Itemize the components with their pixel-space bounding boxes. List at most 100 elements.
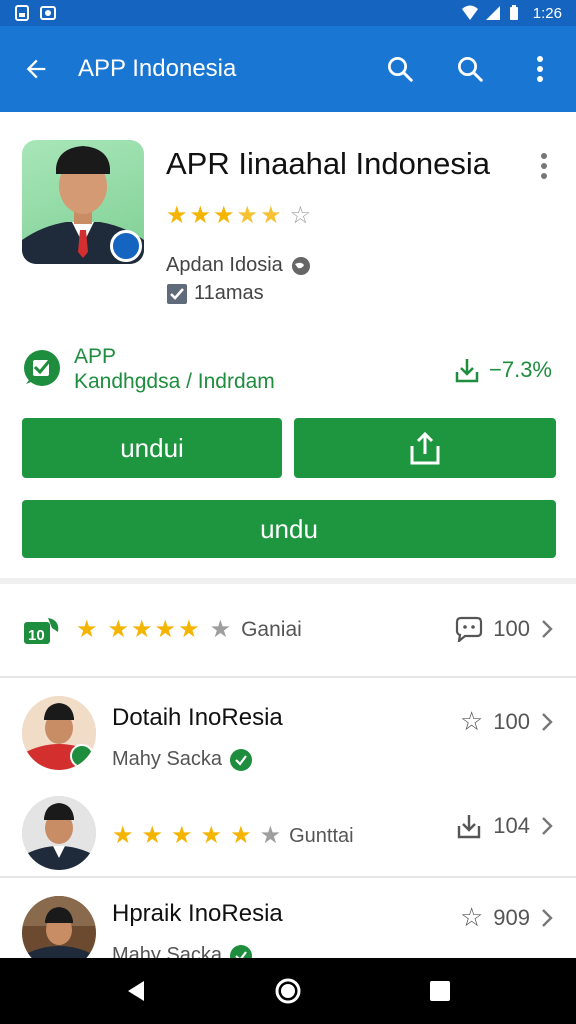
summary-count: 100	[493, 616, 530, 641]
list-item-author: Mahy Sacka	[112, 748, 223, 770]
status-time: 1:26	[532, 4, 562, 22]
svg-text:10: 10	[28, 627, 45, 644]
verified-badge-icon	[110, 230, 142, 262]
more-vert-icon	[541, 153, 547, 179]
star-full-icon: ★	[131, 616, 153, 643]
list-item[interactable]: Dotaih InoResia Mahy Sacka ☆ 100	[0, 690, 576, 786]
list-item-label: Gunttai	[289, 824, 354, 847]
download-icon	[455, 359, 479, 383]
star-full-icon: ★	[141, 822, 164, 849]
circle-home-icon	[275, 978, 301, 1004]
list-item-subtitle: Mahy Sacka	[112, 944, 253, 958]
app-title: APR Iinaahal Indonesia	[166, 146, 491, 181]
person-portrait-icon	[22, 796, 96, 870]
battery-icon	[509, 5, 525, 21]
summary-meta: 100	[455, 616, 554, 642]
list-item-meta: ☆ 100	[460, 706, 554, 737]
info-text: APP Kandhgdsa / Indrdam	[74, 344, 275, 394]
star-outline-icon: ☆	[459, 902, 484, 932]
star-half-icon: ★	[260, 202, 282, 229]
search-icon	[388, 57, 413, 82]
sim-card-icon	[14, 5, 30, 21]
status-bar: 1:26	[0, 0, 576, 26]
chevron-right-icon	[542, 908, 553, 927]
chevron-right-icon	[542, 620, 553, 638]
info-line-2: Kandhgdsa / Indrdam	[74, 370, 275, 393]
photo-icon	[40, 5, 56, 21]
download-icon	[458, 815, 481, 839]
list-item-count: 100	[493, 708, 530, 734]
search-button-2[interactable]	[450, 49, 490, 89]
share-button[interactable]	[294, 418, 556, 478]
back-button[interactable]	[16, 49, 56, 89]
signal-icon	[485, 5, 501, 21]
list-item-title: Hpraik InoResia	[112, 900, 283, 927]
star-full-icon: ★	[154, 616, 177, 643]
arrow-back-icon	[26, 59, 46, 79]
star-full-icon: ★	[230, 822, 252, 849]
search-button[interactable]	[380, 49, 420, 89]
rating-summary-row[interactable]: 10 ★ ★ ★ ★ ★ ★ Ganiai 100	[0, 600, 576, 664]
square-recents-icon	[430, 981, 450, 1001]
verified-check-icon	[230, 944, 253, 958]
list-divider	[0, 676, 576, 678]
section-divider	[0, 578, 576, 584]
star-full-icon: ★	[189, 202, 212, 229]
nav-home-button[interactable]	[264, 967, 312, 1015]
list-item-count: 909	[493, 904, 530, 930]
avatar	[22, 796, 96, 870]
list-divider	[0, 876, 576, 878]
app-bar: APP Indonesia	[0, 26, 576, 112]
overflow-menu-button[interactable]	[520, 49, 560, 89]
star-full-icon: ★	[107, 616, 130, 643]
star-empty-icon: ★	[209, 616, 232, 643]
star-full-icon: ★	[76, 616, 98, 643]
list-item-count: 104	[493, 813, 530, 838]
developer-label: Apdan Idosia	[166, 254, 283, 276]
secondary-action-button[interactable]: undu	[22, 500, 556, 558]
star-empty-icon: ★	[259, 822, 282, 849]
list-item-meta: 104	[455, 812, 554, 840]
download-stat: −7.3%	[453, 356, 552, 384]
download-stat-value: −7.3%	[489, 357, 552, 382]
install-button[interactable]: undui	[22, 418, 282, 478]
verified-badge-icon	[70, 744, 94, 768]
list-item-meta: ☆ 909	[460, 902, 554, 933]
app-rating: ★ ★ ★ ★ ★ ☆	[166, 204, 311, 228]
wifi-icon	[461, 5, 478, 21]
avatar	[22, 696, 96, 770]
app-bar-title: APP Indonesia	[78, 55, 237, 82]
triangle-back-icon	[128, 981, 144, 1001]
list-item[interactable]: Hpraik InoResia Mahy Sacka ☆ 909	[0, 886, 576, 958]
summary-stars: ★ ★ ★ ★ ★ ★ Ganiai	[76, 618, 302, 642]
info-row: APP Kandhgdsa / Indrdam −7.3%	[0, 338, 576, 408]
nav-recents-button[interactable]	[416, 967, 464, 1015]
list-item-rating: ★ ★ ★ ★ ★ ★ Gunttai	[112, 824, 354, 848]
verified-check-icon	[230, 748, 253, 771]
more-vert-icon	[537, 56, 543, 82]
info-line-1: APP	[74, 345, 117, 368]
list-item-author: Mahy Sacka	[112, 944, 223, 958]
app-subinfo-label: 11amas	[194, 282, 264, 304]
star-full-icon: ★	[200, 822, 223, 849]
star-full-icon: ★	[112, 822, 134, 849]
search-icon	[458, 57, 483, 82]
avatar	[22, 896, 96, 958]
star-outline-icon: ☆	[289, 202, 312, 229]
globe-icon	[291, 256, 310, 275]
star-full-icon: ★	[166, 202, 188, 229]
app-icon	[22, 140, 144, 264]
chevron-right-icon	[542, 712, 553, 731]
star-full-icon: ★	[178, 616, 200, 643]
list-item[interactable]: ★ ★ ★ ★ ★ ★ Gunttai 104	[0, 786, 576, 882]
app-more-button[interactable]	[528, 150, 560, 182]
person-portrait-icon	[22, 896, 96, 958]
app-subinfo: 11amas	[166, 282, 264, 305]
list-item-title: Dotaih InoResia	[112, 704, 283, 731]
summary-label: Ganiai	[241, 618, 302, 641]
nav-back-button[interactable]	[112, 967, 160, 1015]
app-header: APR Iinaahal Indonesia ★ ★ ★ ★ ★ ☆ Apdan…	[0, 112, 576, 332]
star-half-icon: ★	[236, 202, 259, 229]
developer-name[interactable]: Apdan Idosia	[166, 254, 311, 277]
chat-check-icon	[24, 350, 60, 386]
